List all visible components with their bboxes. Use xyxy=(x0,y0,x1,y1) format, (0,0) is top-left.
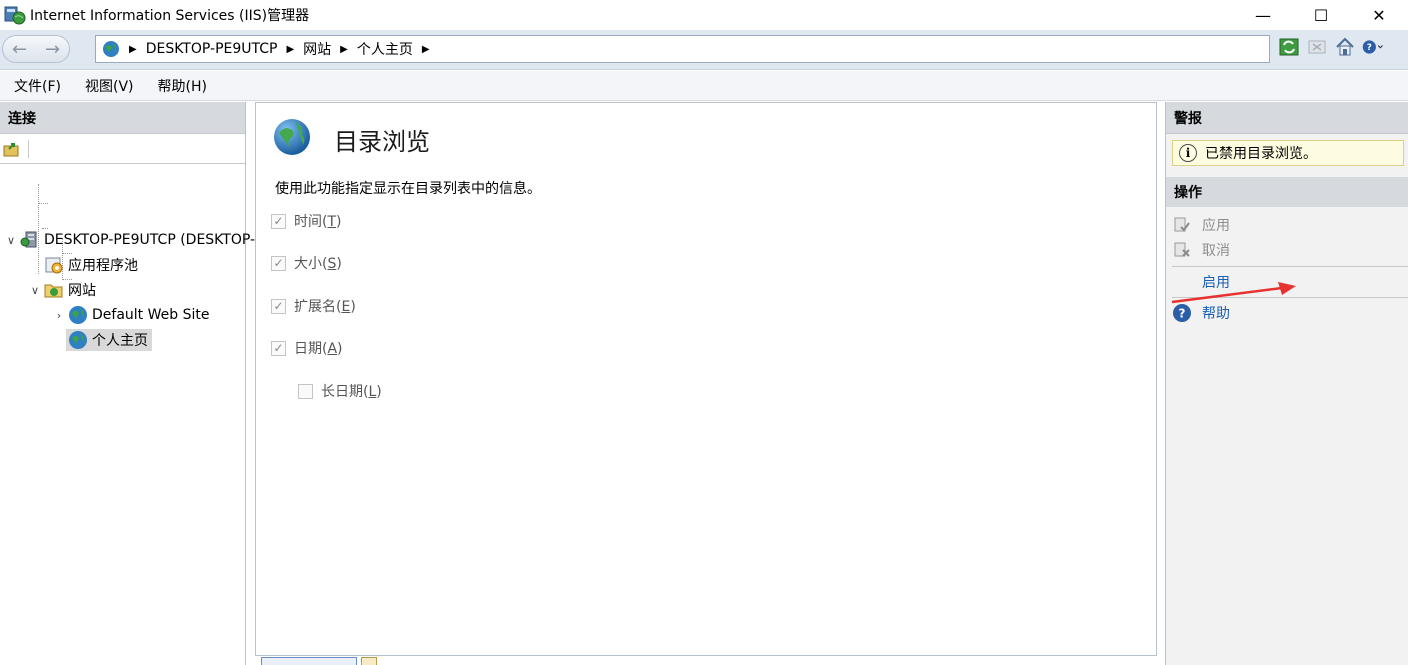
back-arrow-icon[interactable]: ← xyxy=(12,39,27,60)
connections-header: 连接 xyxy=(0,102,245,134)
nav-buttons: ← → xyxy=(2,35,70,63)
menu-help[interactable]: 帮助(H) xyxy=(158,76,207,96)
feature-title: 目录浏览 xyxy=(334,127,430,156)
tree-item-label: 网站 xyxy=(68,283,96,299)
option-size[interactable]: ✓ 大小(S) xyxy=(271,253,342,273)
sites-folder-icon xyxy=(44,280,64,300)
view-tabs xyxy=(261,657,377,665)
breadcrumb-server[interactable]: DESKTOP-PE9UTCP xyxy=(146,41,278,57)
extension-checkbox[interactable]: ✓ xyxy=(271,298,286,314)
apply-icon xyxy=(1172,215,1192,235)
home-icon[interactable] xyxy=(1334,36,1356,58)
maximize-button[interactable]: ☐ xyxy=(1292,0,1350,30)
tree-item-default-web-site[interactable]: › Default Web Site xyxy=(52,303,209,327)
alert-message-box: i 已禁用目录浏览。 xyxy=(1172,140,1404,166)
size-checkbox[interactable]: ✓ xyxy=(271,255,286,271)
cancel-icon xyxy=(1172,240,1192,260)
help-menu-icon[interactable]: ? xyxy=(1362,36,1384,58)
collapse-chevron-icon[interactable]: ∨ xyxy=(4,234,18,247)
actions-separator xyxy=(1172,266,1408,267)
refresh-icon[interactable] xyxy=(1278,36,1300,58)
tree-item-label: 应用程序池 xyxy=(68,258,138,274)
expand-chevron-icon[interactable]: › xyxy=(52,309,66,322)
address-bar[interactable]: ▶ DESKTOP-PE9UTCP ▶ 网站 ▶ 个人主页 ▶ xyxy=(95,35,1270,63)
feature-header: 目录浏览 xyxy=(272,117,430,161)
forward-arrow-icon[interactable]: → xyxy=(45,39,60,60)
app-pool-icon xyxy=(44,255,64,275)
option-label: 扩展名(E) xyxy=(294,299,356,315)
breadcrumb-separator-icon[interactable]: ▶ xyxy=(422,44,430,55)
cancel-action[interactable]: 取消 xyxy=(1172,240,1230,260)
server-icon xyxy=(20,230,40,250)
option-long-date[interactable]: 长日期(L) xyxy=(298,381,382,401)
option-date[interactable]: ✓ 日期(A) xyxy=(271,338,343,358)
connect-icon[interactable] xyxy=(2,139,22,159)
navigation-bar: ← → ▶ DESKTOP-PE9UTCP ▶ 网站 ▶ 个人主页 ▶ ? xyxy=(0,30,1408,70)
cancel-label: 取消 xyxy=(1202,243,1230,259)
option-label: 长日期(L) xyxy=(321,384,382,400)
window-title: Internet Information Services (IIS)管理器 xyxy=(30,8,310,24)
iis-app-icon xyxy=(4,4,26,26)
features-view-tab[interactable] xyxy=(261,657,357,665)
tree-item-personal-homepage[interactable]: 个人主页 xyxy=(52,328,152,352)
title-bar: Internet Information Services (IIS)管理器 —… xyxy=(0,0,1408,30)
option-label: 日期(A) xyxy=(294,341,343,357)
option-time[interactable]: ✓ 时间(T) xyxy=(271,211,342,231)
actions-header: 操作 xyxy=(1166,177,1408,207)
apply-action[interactable]: 应用 xyxy=(1172,215,1230,235)
svg-text:?: ? xyxy=(1367,43,1372,53)
content-view-tab-icon[interactable] xyxy=(361,657,377,665)
globe-icon xyxy=(68,330,88,350)
minimize-button[interactable]: — xyxy=(1234,0,1292,30)
option-extension[interactable]: ✓ 扩展名(E) xyxy=(271,296,356,316)
menu-file[interactable]: 文件(F) xyxy=(14,76,61,96)
breadcrumb-sites[interactable]: 网站 xyxy=(303,39,331,59)
date-checkbox[interactable]: ✓ xyxy=(271,340,286,356)
tree-item-sites[interactable]: ∨ 网站 xyxy=(28,278,96,302)
menu-bar: 文件(F) 视图(V) 帮助(H) xyxy=(0,71,1408,101)
globe-icon xyxy=(102,40,120,58)
toolbar-separator xyxy=(28,139,29,158)
window-controls: — ☐ ✕ xyxy=(1234,0,1408,30)
feature-panel: 目录浏览 使用此功能指定显示在目录列表中的信息。 ✓ 时间(T) ✓ 大小(S)… xyxy=(255,102,1157,656)
tree-item-label: Default Web Site xyxy=(92,307,210,323)
feature-description: 使用此功能指定显示在目录列表中的信息。 xyxy=(275,181,541,197)
breadcrumb-separator-icon[interactable]: ▶ xyxy=(286,44,294,55)
stop-icon[interactable] xyxy=(1306,36,1328,58)
collapse-chevron-icon[interactable]: ∨ xyxy=(28,284,42,297)
tree-item-label: 个人主页 xyxy=(92,333,148,349)
directory-browsing-globe-icon xyxy=(272,117,312,161)
globe-icon xyxy=(68,305,88,325)
apply-label: 应用 xyxy=(1202,218,1230,234)
help-action[interactable]: ? 帮助 xyxy=(1172,303,1230,323)
time-checkbox[interactable]: ✓ xyxy=(271,213,286,229)
tree-connector xyxy=(38,203,48,204)
annotation-arrow-icon xyxy=(1171,282,1296,304)
long-date-checkbox[interactable] xyxy=(298,383,313,399)
help-icon: ? xyxy=(1172,303,1192,323)
option-label: 时间(T) xyxy=(294,214,342,230)
help-label[interactable]: 帮助 xyxy=(1202,303,1230,323)
svg-text:?: ? xyxy=(1179,307,1186,321)
menu-view[interactable]: 视图(V) xyxy=(85,76,134,96)
selected-node[interactable]: 个人主页 xyxy=(66,329,152,351)
info-icon: i xyxy=(1179,144,1197,162)
alert-message: 已禁用目录浏览。 xyxy=(1205,146,1317,162)
close-button[interactable]: ✕ xyxy=(1350,0,1408,30)
tree-item-app-pools[interactable]: 应用程序池 xyxy=(28,253,138,277)
option-label: 大小(S) xyxy=(294,256,342,272)
breadcrumb-separator-icon[interactable]: ▶ xyxy=(129,44,137,55)
actions-panel: 警报 i 已禁用目录浏览。 操作 应用 取消 启用 ? 帮助 xyxy=(1165,102,1408,665)
alerts-header: 警报 xyxy=(1166,102,1408,134)
iis-manager-window: Internet Information Services (IIS)管理器 —… xyxy=(0,0,1408,665)
nav-toolbar: ? xyxy=(1278,36,1384,58)
breadcrumb-site[interactable]: 个人主页 xyxy=(357,39,413,59)
connections-toolbar xyxy=(0,134,245,164)
connections-panel: 连接 ∨ DESKTOP-PE9UTCP (DESKTOP-PE9UTCP\ 应… xyxy=(0,102,322,665)
breadcrumb-separator-icon[interactable]: ▶ xyxy=(340,44,348,55)
